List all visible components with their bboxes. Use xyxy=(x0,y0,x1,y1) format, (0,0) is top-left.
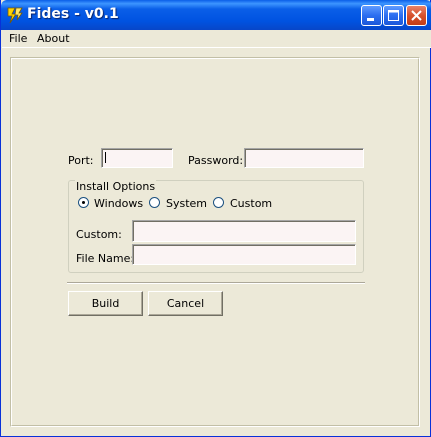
close-button[interactable] xyxy=(406,5,427,26)
radio-selected-dot xyxy=(82,201,85,204)
window-title: Fides - v0.1 xyxy=(27,6,119,22)
radio-system[interactable] xyxy=(149,197,160,208)
menu-bar: File About xyxy=(2,30,431,47)
cancel-button[interactable]: Cancel xyxy=(148,291,223,316)
radio-system-label[interactable]: System xyxy=(166,197,207,210)
menu-about[interactable]: About xyxy=(37,32,70,45)
title-bar[interactable]: Fides - v0.1 xyxy=(1,0,431,30)
radio-custom-label[interactable]: Custom xyxy=(230,197,272,210)
install-options-legend: Install Options xyxy=(75,180,157,193)
maximize-icon xyxy=(388,10,399,21)
app-window: Fides - v0.1 File About Port: Password: … xyxy=(0,0,431,437)
minimize-icon xyxy=(367,18,374,21)
radio-custom[interactable] xyxy=(213,197,224,208)
text-caret xyxy=(105,152,106,163)
minimize-button[interactable] xyxy=(361,5,382,26)
custom-path-field[interactable] xyxy=(132,220,356,242)
port-label: Port: xyxy=(68,154,94,167)
port-field[interactable] xyxy=(101,148,173,168)
menu-separator xyxy=(2,47,431,48)
radio-windows-label[interactable]: Windows xyxy=(94,197,143,210)
password-label: Password: xyxy=(188,154,244,167)
maximize-button[interactable] xyxy=(383,5,404,26)
filename-label: File Name: xyxy=(76,252,135,265)
custom-label: Custom: xyxy=(76,228,122,241)
password-field[interactable] xyxy=(244,148,364,168)
menu-file[interactable]: File xyxy=(9,32,27,45)
radio-windows[interactable] xyxy=(78,197,89,208)
divider xyxy=(67,282,365,284)
filename-field[interactable] xyxy=(132,244,356,265)
lightning-app-icon xyxy=(6,6,24,24)
close-icon xyxy=(411,10,422,21)
build-button[interactable]: Build xyxy=(68,291,143,316)
